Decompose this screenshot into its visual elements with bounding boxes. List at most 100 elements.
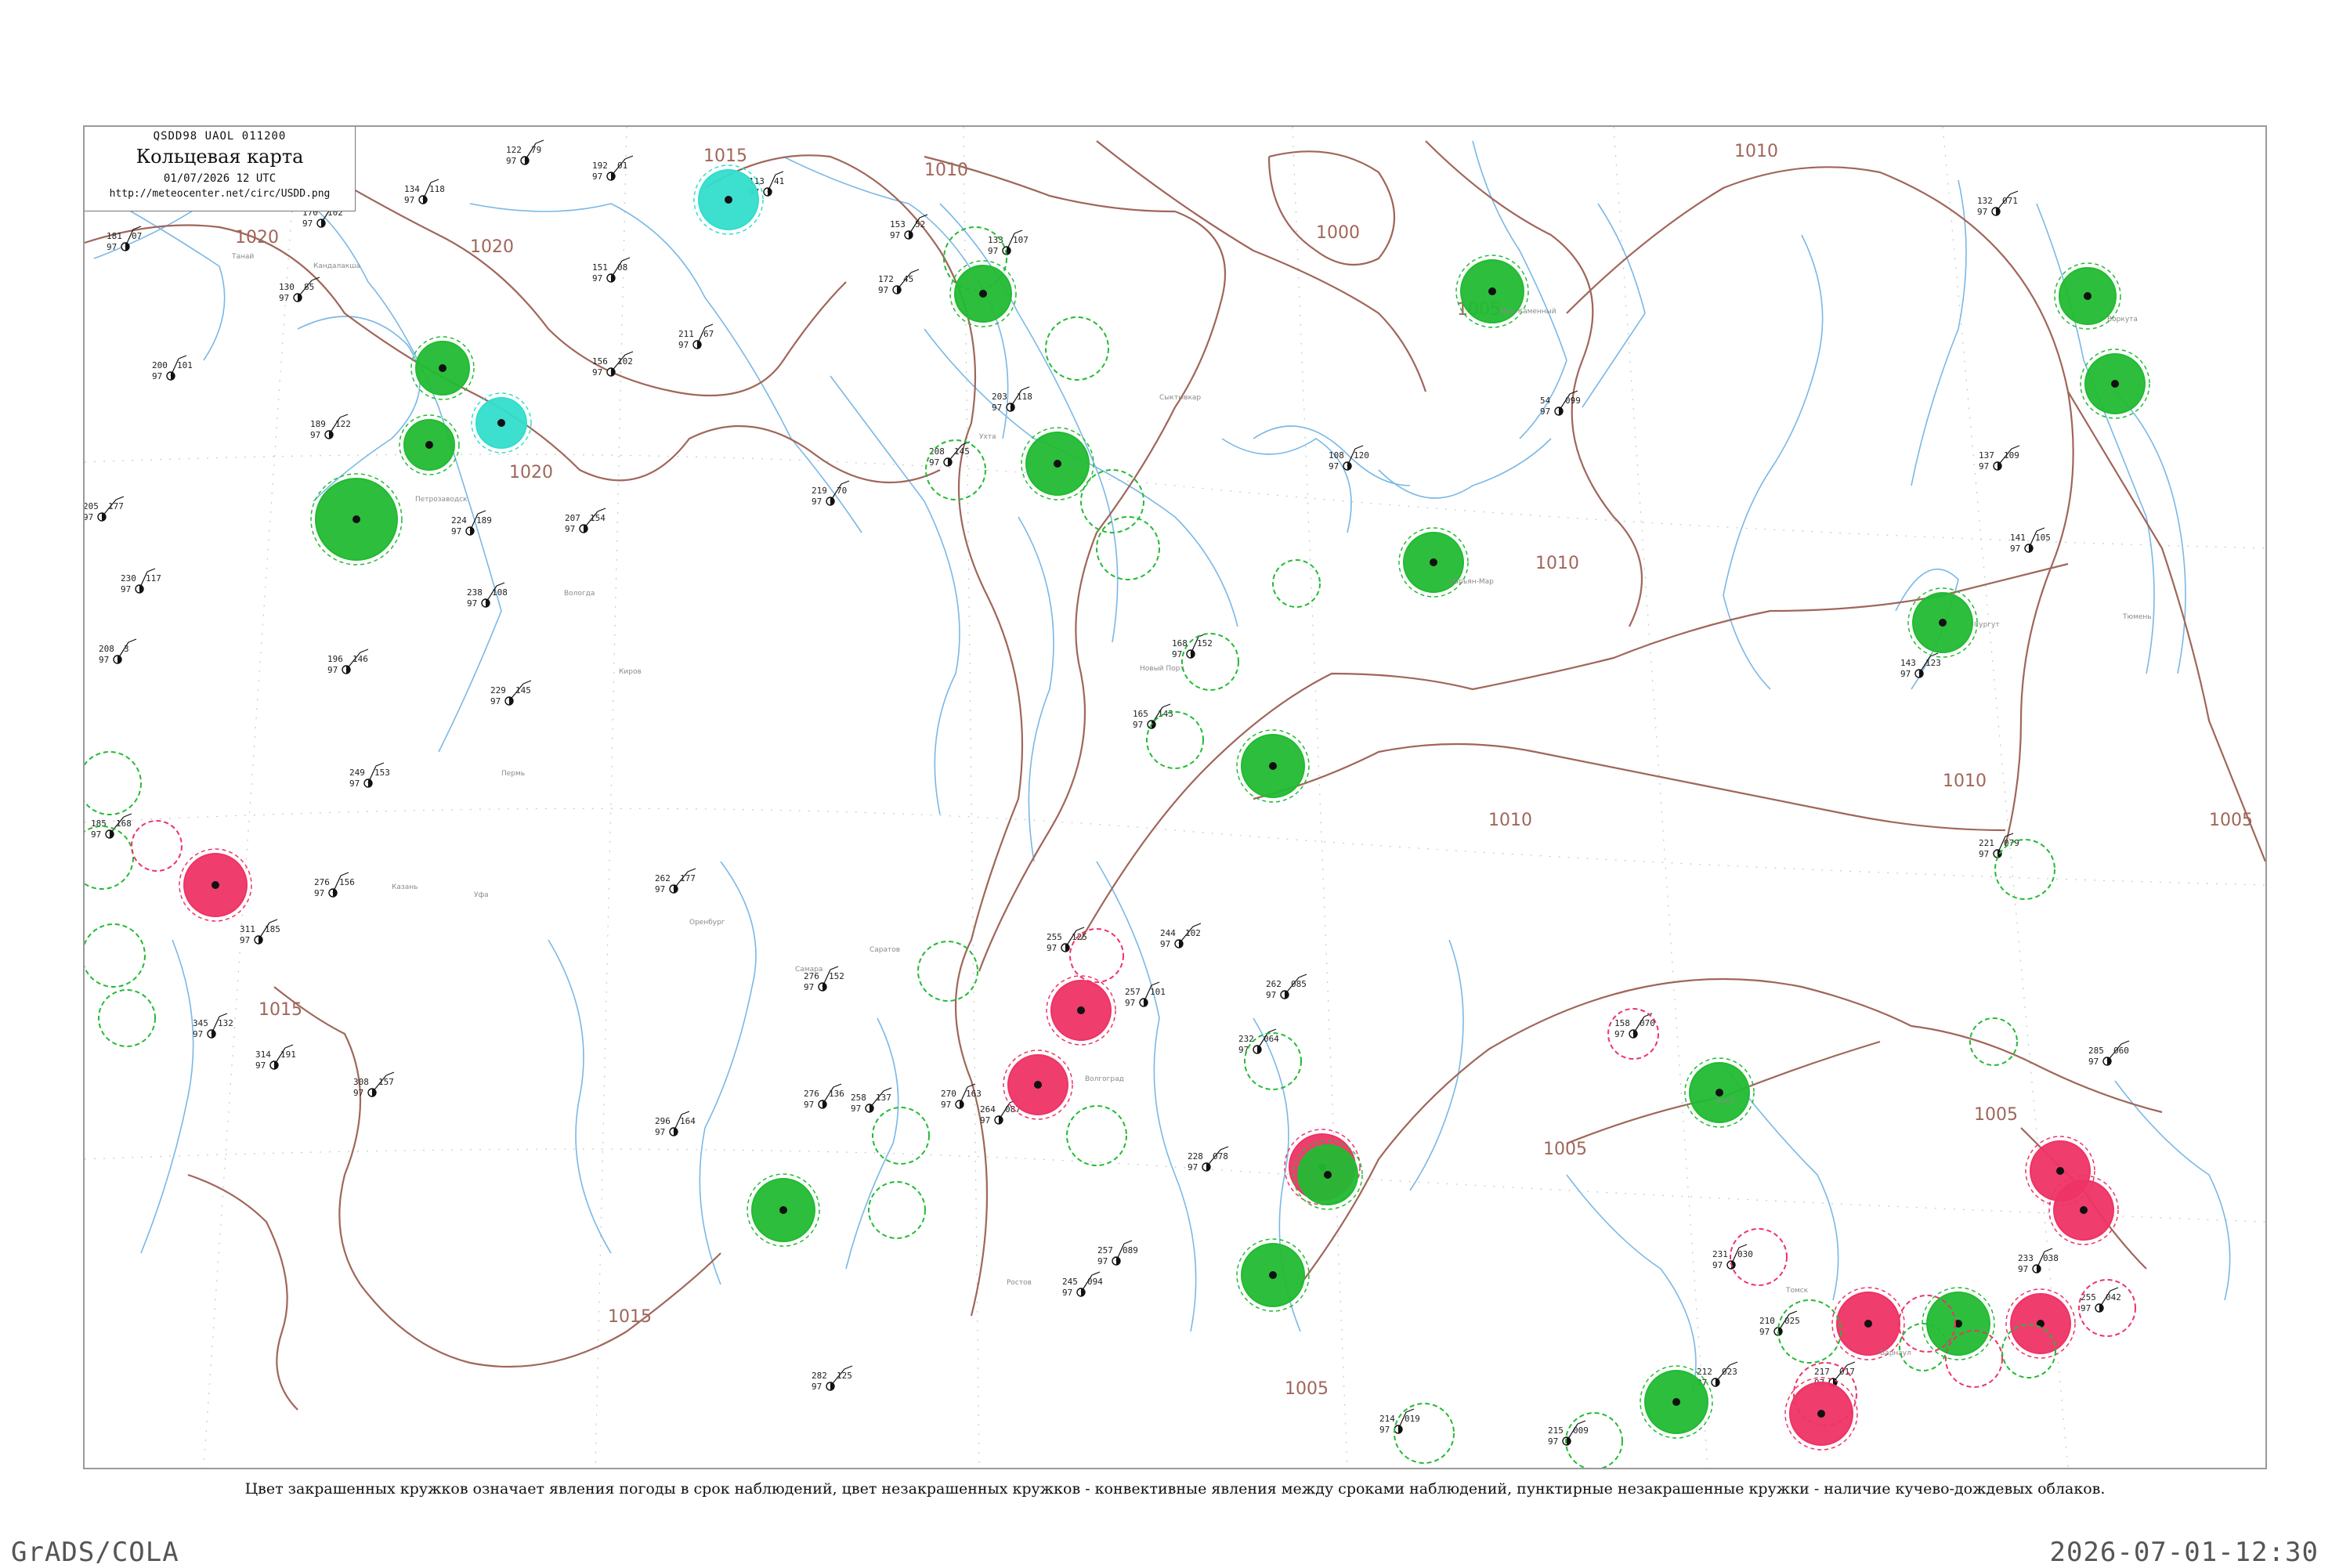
station-model: 26297 177 bbox=[655, 868, 696, 894]
station-value-right: 156 bbox=[339, 877, 355, 887]
station-value-mid: 97 bbox=[678, 340, 689, 350]
station-value-mid: 97 bbox=[1125, 998, 1135, 1008]
station-value-right: 102 bbox=[1185, 928, 1201, 938]
wind-barb-feather bbox=[2110, 1287, 2119, 1292]
rain-cb-ring bbox=[85, 826, 134, 890]
wind-barb-feather bbox=[1298, 974, 1307, 978]
wind-barb-feather bbox=[360, 649, 369, 653]
station-value-right: 120 bbox=[1354, 450, 1369, 461]
station-value-top: 308 bbox=[353, 1077, 369, 1087]
station-value-mid: 97 bbox=[804, 982, 814, 992]
station-dot bbox=[2080, 1206, 2088, 1214]
wind-barb-feather bbox=[1021, 386, 1030, 391]
station-value-mid: 97 bbox=[1900, 669, 1911, 679]
station-model: 28597 060 bbox=[2088, 1040, 2130, 1067]
station-model: 20897 3 bbox=[99, 638, 137, 665]
station-dot bbox=[497, 419, 505, 427]
isobar-label: 1005 bbox=[1543, 1140, 1587, 1159]
station-model: 23897 108 bbox=[467, 582, 508, 609]
station-value-mid: 97 bbox=[255, 1060, 266, 1071]
station-value-mid: 97 bbox=[1238, 1045, 1249, 1055]
station-model: 21497 019 bbox=[1379, 1408, 1420, 1435]
isobar-label: 1005 bbox=[1974, 1105, 2018, 1125]
station-model: 23097 117 bbox=[121, 568, 161, 594]
station-dot bbox=[725, 196, 732, 204]
station-value-top: 233 bbox=[2018, 1253, 2034, 1263]
station-value-top: 143 bbox=[1900, 658, 1916, 668]
wind-barb-feather bbox=[535, 139, 544, 144]
station-value-right: 85 bbox=[304, 282, 314, 292]
station-value-right: 157 bbox=[378, 1077, 394, 1087]
station-value-mid: 97 bbox=[490, 696, 501, 706]
wind-barb-feather bbox=[2036, 527, 2045, 532]
station-value-top: 311 bbox=[240, 924, 255, 934]
station-model: 17297 45 bbox=[878, 269, 920, 295]
station-value-mid: 97 bbox=[1062, 1288, 1072, 1298]
station-model: 13097 85 bbox=[279, 276, 320, 303]
wind-barb-feather bbox=[146, 568, 156, 573]
station-value-right: 101 bbox=[1150, 987, 1166, 997]
wind-barb-feather bbox=[178, 355, 187, 359]
rain-cb-ring bbox=[1777, 1299, 1842, 1364]
station-value-top: 151 bbox=[592, 262, 608, 273]
station-value-mid: 97 bbox=[353, 1088, 363, 1098]
station-value-right: 105 bbox=[2035, 533, 2051, 543]
station-value-mid: 97 bbox=[451, 526, 461, 537]
isobar-label: 1000 bbox=[1316, 223, 1360, 243]
station-value-right: 023 bbox=[1722, 1367, 1737, 1377]
station-value-right: 107 bbox=[1013, 235, 1029, 245]
station-dot bbox=[979, 290, 987, 298]
footer-software: GrADS/COLA bbox=[11, 1537, 179, 1568]
station-model: 19697 146 bbox=[327, 649, 369, 675]
wind-barb-feather bbox=[597, 508, 606, 512]
wind-barb-feather bbox=[1846, 1361, 1856, 1366]
isobar-label: 1010 bbox=[1488, 811, 1532, 830]
station-value-right: 101 bbox=[177, 360, 193, 370]
footer-timestamp: 2026-07-01-12:30 bbox=[2049, 1537, 2319, 1568]
station-model: 18997 122 bbox=[310, 414, 351, 440]
isobar-label: 1010 bbox=[1734, 142, 1778, 161]
station-value-mid: 97 bbox=[1188, 1162, 1198, 1172]
station-model: 29697 164 bbox=[655, 1111, 696, 1137]
station-value-mid: 97 bbox=[655, 884, 665, 894]
station-value-top: 210 bbox=[1759, 1316, 1775, 1326]
rain-cb-ring bbox=[85, 923, 146, 988]
station-value-right: 185 bbox=[265, 924, 280, 934]
station-model: 20097 101 bbox=[152, 355, 193, 381]
station-value-right: 030 bbox=[1737, 1249, 1753, 1259]
station-value-right: 01 bbox=[617, 161, 627, 171]
wind-barb-feather bbox=[833, 1083, 842, 1088]
station-dot bbox=[2111, 380, 2119, 388]
station-value-right: 019 bbox=[1405, 1414, 1420, 1424]
station-value-top: 133 bbox=[988, 235, 1003, 245]
station-value-right: 060 bbox=[2113, 1046, 2129, 1056]
station-model: 19297 01 bbox=[592, 155, 634, 182]
station-model: 20797 154 bbox=[565, 508, 606, 534]
station-model: 27097 163 bbox=[941, 1083, 982, 1110]
station-dot bbox=[1939, 619, 1947, 627]
station-value-mid: 97 bbox=[592, 273, 602, 284]
station-value-mid: 97 bbox=[2018, 1264, 2028, 1274]
station-model: 31197 185 bbox=[240, 919, 280, 945]
station-value-top: 230 bbox=[121, 573, 136, 583]
station-value-right: 191 bbox=[280, 1050, 296, 1060]
station-value-mid: 97 bbox=[1614, 1029, 1625, 1039]
station-value-top: 245 bbox=[1062, 1277, 1078, 1287]
map-date: 01/07/2026 12 UTC bbox=[163, 172, 277, 185]
wind-barb-feather bbox=[910, 269, 920, 273]
wind-barb-feather bbox=[385, 1071, 395, 1076]
station-value-mid: 97 bbox=[1979, 461, 1989, 471]
station-value-top: 217 bbox=[1814, 1367, 1830, 1377]
station-value-mid: 97 bbox=[99, 655, 109, 665]
station-model: 15197 08 bbox=[592, 257, 631, 284]
wind-barb-feather bbox=[1151, 981, 1160, 986]
map-url[interactable]: http://meteocenter.net/circ/USDD.png bbox=[85, 188, 355, 200]
station-value-mid: 97 bbox=[1379, 1425, 1390, 1435]
station-model: 21997 70 bbox=[812, 480, 850, 507]
wind-barb-feather bbox=[340, 872, 349, 876]
station-value-mid: 97 bbox=[1329, 461, 1339, 471]
station-value-right: 145 bbox=[515, 685, 531, 695]
station-value-mid: 97 bbox=[592, 172, 602, 182]
station-dot bbox=[1672, 1398, 1680, 1406]
station-value-top: 214 bbox=[1379, 1414, 1395, 1424]
